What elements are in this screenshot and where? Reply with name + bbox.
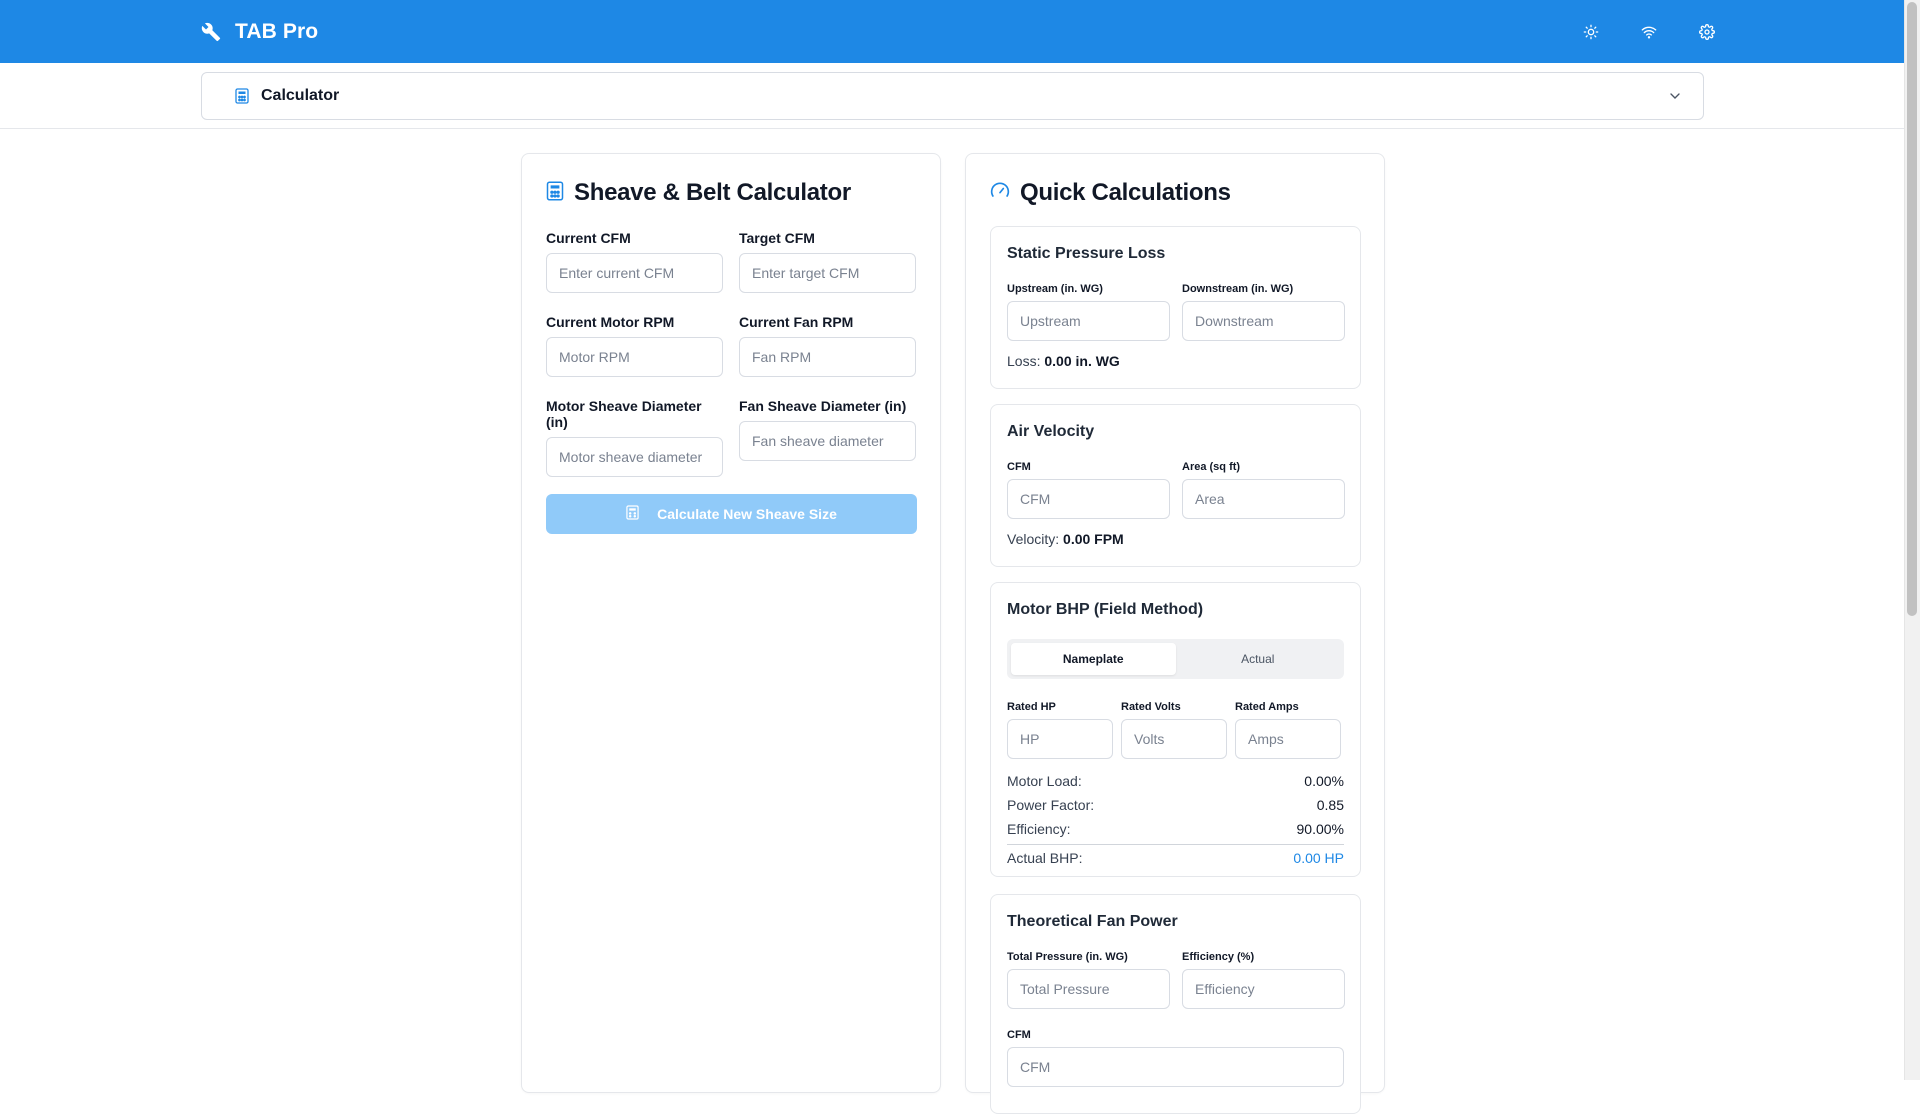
- pressure-loss-result: Loss: 0.00 in. WG: [1007, 353, 1344, 369]
- efficiency-label: Efficiency:: [1007, 821, 1071, 837]
- quick-calculations-card: Quick Calculations Static Pressure Loss …: [965, 153, 1385, 1114]
- motor-bhp-panel: Motor BHP (Field Method) Nameplate Actua…: [990, 582, 1361, 877]
- rated-volts-input[interactable]: [1121, 719, 1227, 759]
- power-factor-row: Power Factor: 0.85: [1007, 793, 1344, 817]
- sheave-belt-card: Sheave & Belt Calculator Current CFM Tar…: [521, 153, 941, 1093]
- motor-bhp-title: Motor BHP (Field Method): [1007, 601, 1204, 618]
- fan-power-title: Theoretical Fan Power: [1007, 913, 1178, 930]
- pressure-loss-value: 0.00 in. WG: [1044, 353, 1120, 369]
- brand[interactable]: TAB Pro: [201, 0, 318, 63]
- current-cfm-input[interactable]: [546, 253, 723, 293]
- motor-load-label: Motor Load:: [1007, 773, 1082, 789]
- area-input[interactable]: [1182, 479, 1345, 519]
- upstream-input[interactable]: [1007, 301, 1170, 341]
- efficiency-value: 90.00%: [1296, 821, 1344, 837]
- motor-sheave-input[interactable]: [546, 437, 723, 477]
- sun-icon: [1583, 24, 1599, 40]
- motor-load-value: 0.00%: [1304, 773, 1344, 789]
- power-factor-value: 0.85: [1316, 797, 1344, 813]
- velocity-result: Velocity: 0.00 FPM: [1007, 531, 1344, 547]
- upstream-label: Upstream (in. WG): [1007, 283, 1103, 295]
- target-cfm-label: Target CFM: [739, 230, 815, 246]
- wrench-icon: [201, 22, 221, 42]
- fan-cfm-label: CFM: [1007, 1029, 1031, 1041]
- velocity-value: 0.00 FPM: [1063, 531, 1124, 547]
- fan-power-panel: Theoretical Fan Power Total Pressure (in…: [990, 894, 1361, 1114]
- fan-rpm-input[interactable]: [739, 337, 916, 377]
- rated-volts-label: Rated Volts: [1121, 701, 1181, 713]
- fan-rpm-label: Current Fan RPM: [739, 314, 854, 330]
- calculator-icon: [546, 181, 564, 206]
- area-label: Area (sq ft): [1182, 461, 1241, 473]
- pressure-loss-label: Loss:: [1007, 353, 1041, 369]
- section-select[interactable]: Calculator: [201, 72, 1704, 120]
- sheave-card-title: Sheave & Belt Calculator: [574, 179, 851, 206]
- air-velocity-panel: Air Velocity CFM Area (sq ft) Velocity: …: [990, 404, 1361, 567]
- fan-sheave-input[interactable]: [739, 421, 916, 461]
- quick-card-title: Quick Calculations: [1020, 179, 1231, 206]
- efficiency-row: Efficiency: 90.00%: [1007, 817, 1344, 841]
- app-title: TAB Pro: [235, 19, 319, 43]
- rated-amps-label: Rated Amps: [1235, 701, 1299, 713]
- fan-cfm-input[interactable]: [1007, 1047, 1344, 1087]
- section-select-label: Calculator: [261, 87, 340, 104]
- rated-hp-label: Rated HP: [1007, 701, 1056, 713]
- tab-nameplate[interactable]: Nameplate: [1011, 643, 1176, 675]
- actual-bhp-label: Actual BHP:: [1007, 850, 1083, 866]
- actual-bhp-value: 0.00 HP: [1293, 850, 1344, 866]
- downstream-input[interactable]: [1182, 301, 1345, 341]
- calculator-icon: [235, 88, 249, 104]
- air-velocity-title: Air Velocity: [1007, 423, 1095, 440]
- calculator-icon: [626, 505, 639, 523]
- settings-button[interactable]: [1688, 16, 1726, 48]
- actual-bhp-row: Actual BHP: 0.00 HP: [1007, 844, 1344, 868]
- page-scrollbar-thumb[interactable]: [1907, 2, 1917, 616]
- rated-amps-input[interactable]: [1235, 719, 1341, 759]
- motor-sheave-label: Motor Sheave Diameter (in): [546, 398, 702, 430]
- static-pressure-title: Static Pressure Loss: [1007, 245, 1166, 262]
- downstream-label: Downstream (in. WG): [1182, 283, 1294, 295]
- target-cfm-input[interactable]: [739, 253, 916, 293]
- calculate-sheave-label: Calculate New Sheave Size: [657, 506, 837, 522]
- wifi-icon: [1641, 24, 1657, 40]
- motor-rpm-label: Current Motor RPM: [546, 314, 675, 330]
- nav-strip: Calculator: [0, 63, 1904, 129]
- motor-rpm-input[interactable]: [546, 337, 723, 377]
- gear-icon: [1699, 24, 1715, 40]
- bhp-mode-tabs: Nameplate Actual: [1007, 639, 1344, 679]
- power-factor-label: Power Factor:: [1007, 797, 1095, 813]
- tab-actual[interactable]: Actual: [1176, 643, 1341, 675]
- velocity-label: Velocity:: [1007, 531, 1060, 547]
- theme-toggle-button[interactable]: [1572, 16, 1610, 48]
- rated-hp-input[interactable]: [1007, 719, 1113, 759]
- app-header: TAB Pro: [0, 0, 1904, 63]
- current-cfm-label: Current CFM: [546, 230, 631, 246]
- total-pressure-label: Total Pressure (in. WG): [1007, 951, 1128, 963]
- velocity-cfm-label: CFM: [1007, 461, 1031, 473]
- static-pressure-panel: Static Pressure Loss Upstream (in. WG) D…: [990, 226, 1361, 389]
- calculate-sheave-button[interactable]: Calculate New Sheave Size: [546, 494, 917, 534]
- fan-sheave-label: Fan Sheave Diameter (in): [739, 398, 907, 414]
- fan-efficiency-input[interactable]: [1182, 969, 1345, 1009]
- chevron-down-icon: [1667, 88, 1683, 104]
- total-pressure-input[interactable]: [1007, 969, 1170, 1009]
- fan-efficiency-label: Efficiency (%): [1182, 951, 1255, 963]
- gauge-icon: [990, 181, 1010, 206]
- velocity-cfm-input[interactable]: [1007, 479, 1170, 519]
- motor-load-row: Motor Load: 0.00%: [1007, 769, 1344, 793]
- connection-status-button[interactable]: [1630, 16, 1668, 48]
